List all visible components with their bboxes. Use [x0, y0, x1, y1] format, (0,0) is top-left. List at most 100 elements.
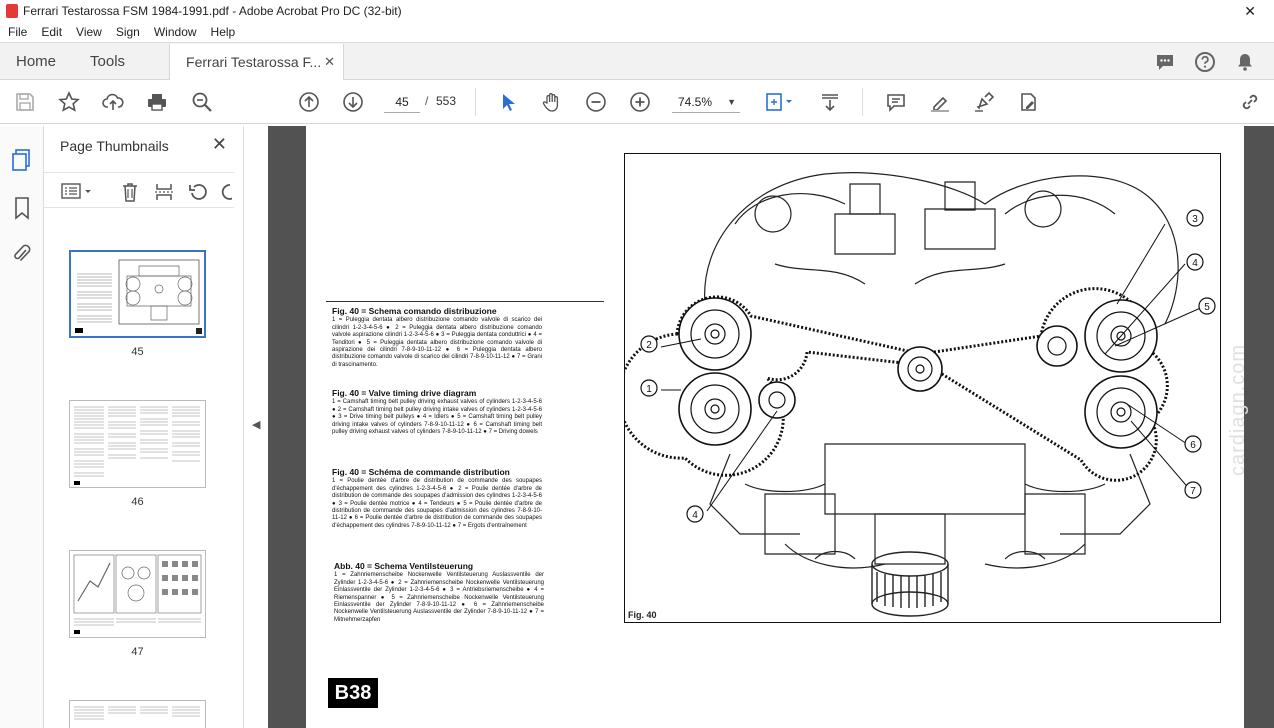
menu-window[interactable]: Window [154, 25, 197, 39]
thumbnail-page-48[interactable] [69, 700, 206, 728]
thumbnail-list: 45 46 47 [44, 210, 229, 728]
tab-home[interactable]: Home [0, 43, 72, 79]
save-icon[interactable] [13, 90, 37, 114]
thumbnails-panel: Page Thumbnails ✕ 45 46 47 [44, 126, 284, 728]
thumbnail-label-46: 46 [131, 496, 144, 508]
page-thumbnails-icon[interactable] [11, 148, 33, 177]
delete-page-icon[interactable] [120, 181, 140, 208]
panel-close-button[interactable]: ✕ [212, 134, 227, 155]
tab-document[interactable]: Ferrari Testarossa F... ✕ [169, 44, 345, 80]
previous-page-icon[interactable] [297, 90, 321, 114]
engine-figure: 1 2 3 4 4 5 6 7 Fig. 40 [624, 153, 1221, 623]
tab-close-button[interactable]: ✕ [324, 54, 335, 70]
caption-french: Fig. 40 = Schéma de commande distributio… [332, 467, 542, 530]
zoom-level-value: 74.5% [678, 95, 713, 109]
caption-italian: Fig. 40 = Schema comando distribuzione 1… [332, 306, 542, 369]
caption-german: Abb. 40 = Schema Ventilsteuerung 1 = Zah… [334, 562, 544, 624]
page-separator: / [425, 94, 429, 108]
caption-italian-body: 1 = Puleggia dentata albero distribuzion… [332, 317, 542, 368]
comment-bubble-icon[interactable] [1154, 51, 1176, 78]
caption-english-body: 1 = Camshaft timing belt pulley driving … [332, 399, 542, 436]
window-close-button[interactable]: ✕ [1244, 3, 1256, 20]
menu-view[interactable]: View [76, 25, 102, 39]
callout-4-lower: 4 [692, 510, 698, 521]
callout-2: 2 [646, 340, 652, 351]
toolbar-divider [862, 88, 863, 116]
hand-tool-icon[interactable] [540, 90, 564, 114]
select-arrow-icon[interactable] [496, 90, 520, 114]
collapse-panel-icon[interactable]: ◀ [252, 418, 260, 431]
caption-german-body: 1 = Zahnriemenscheibe Nockenwelle Ventil… [334, 572, 544, 623]
thumbnail-preview [74, 406, 200, 485]
thumbnail-page-47[interactable] [69, 550, 206, 638]
thumbnail-page-46[interactable] [69, 400, 206, 488]
caption-english: Fig. 40 = Valve timing drive diagram 1 =… [332, 388, 542, 436]
page-number-input[interactable]: 45 [384, 91, 420, 113]
chevron-down-icon: ▼ [727, 97, 736, 107]
upload-cloud-icon[interactable] [101, 90, 125, 114]
highlight-pen-icon[interactable] [928, 90, 952, 114]
share-link-icon[interactable] [1238, 90, 1262, 114]
edit-pdf-icon[interactable] [1016, 90, 1040, 114]
caption-french-title: Fig. 40 = Schéma de commande distributio… [332, 467, 510, 477]
timing-belt-diagram: 1 2 3 4 4 5 6 7 [625, 172, 1216, 617]
menu-sign[interactable]: Sign [116, 25, 140, 39]
fit-page-icon[interactable] [762, 90, 796, 114]
thumbnail-preview [73, 554, 202, 634]
bookmark-star-icon[interactable] [57, 90, 81, 114]
extract-pages-icon[interactable] [154, 181, 174, 208]
attachments-icon[interactable] [11, 242, 33, 271]
thumbnail-preview [74, 706, 200, 720]
caption-italian-title: Fig. 40 = Schema comando distribuzione [332, 306, 497, 316]
pdf-page: Fig. 40 = Schema comando distribuzione 1… [306, 126, 1244, 728]
callout-7: 7 [1190, 486, 1196, 497]
callout-1: 1 [646, 384, 652, 395]
tab-document-label: Ferrari Testarossa F... [186, 54, 322, 70]
caption-english-title: Fig. 40 = Valve timing drive diagram [332, 388, 477, 398]
rotate-clockwise-icon[interactable] [218, 181, 232, 208]
panel-title: Page Thumbnails [60, 138, 169, 154]
menu-help[interactable]: Help [211, 25, 236, 39]
title-bar: Ferrari Testarossa FSM 1984-1991.pdf - A… [0, 0, 1274, 22]
main-area: Page Thumbnails ✕ 45 46 47 ◀ Fig. 40 = S… [0, 126, 1274, 728]
comment-icon[interactable] [884, 90, 908, 114]
print-icon[interactable] [145, 90, 169, 114]
zoom-out-icon[interactable] [584, 90, 608, 114]
document-viewer[interactable]: Fig. 40 = Schema comando distribuzione 1… [268, 126, 1274, 728]
callout-5: 5 [1204, 302, 1210, 313]
window-title: Ferrari Testarossa FSM 1984-1991.pdf - A… [23, 4, 402, 18]
menu-bar: File Edit View Sign Window Help [0, 22, 1274, 42]
zoom-in-icon[interactable] [628, 90, 652, 114]
toolbar-divider [475, 88, 476, 116]
draw-pen-icon[interactable] [972, 90, 996, 114]
notifications-bell-icon[interactable] [1234, 51, 1256, 78]
figure-label: Fig. 40 [628, 610, 657, 620]
acrobat-icon [6, 4, 18, 18]
caption-rule [326, 301, 604, 302]
tab-bar: Home Tools Ferrari Testarossa F... ✕ [0, 42, 1274, 80]
thumbnail-page-45[interactable] [69, 250, 206, 338]
help-icon[interactable] [1194, 51, 1216, 78]
tab-tools[interactable]: Tools [72, 43, 141, 79]
callout-6: 6 [1190, 440, 1196, 451]
thumbnail-options-icon[interactable] [60, 181, 96, 206]
menu-file[interactable]: File [8, 25, 27, 39]
zoom-level-select[interactable]: 74.5% ▼ [672, 91, 740, 113]
navigation-rail [0, 126, 44, 728]
watermark: cardiagn.com [1227, 343, 1249, 476]
rotate-counterclockwise-icon[interactable] [188, 181, 210, 208]
panel-toolbar [44, 172, 234, 208]
thumbnail-label-45: 45 [131, 346, 144, 358]
tab-bar-right-icons [1154, 51, 1256, 78]
total-pages: 553 [436, 94, 457, 108]
search-zoom-icon[interactable] [190, 90, 214, 114]
callout-3: 3 [1192, 214, 1198, 225]
scroll-mode-icon[interactable] [818, 90, 842, 114]
page-badge: B38 [328, 678, 378, 708]
bookmarks-icon[interactable] [13, 196, 31, 225]
caption-french-body: 1 = Poulie dentée d'arbre de distributio… [332, 478, 542, 529]
thumbnail-label-47: 47 [131, 646, 144, 658]
callout-4-upper: 4 [1192, 258, 1198, 269]
menu-edit[interactable]: Edit [41, 25, 62, 39]
next-page-icon[interactable] [341, 90, 365, 114]
